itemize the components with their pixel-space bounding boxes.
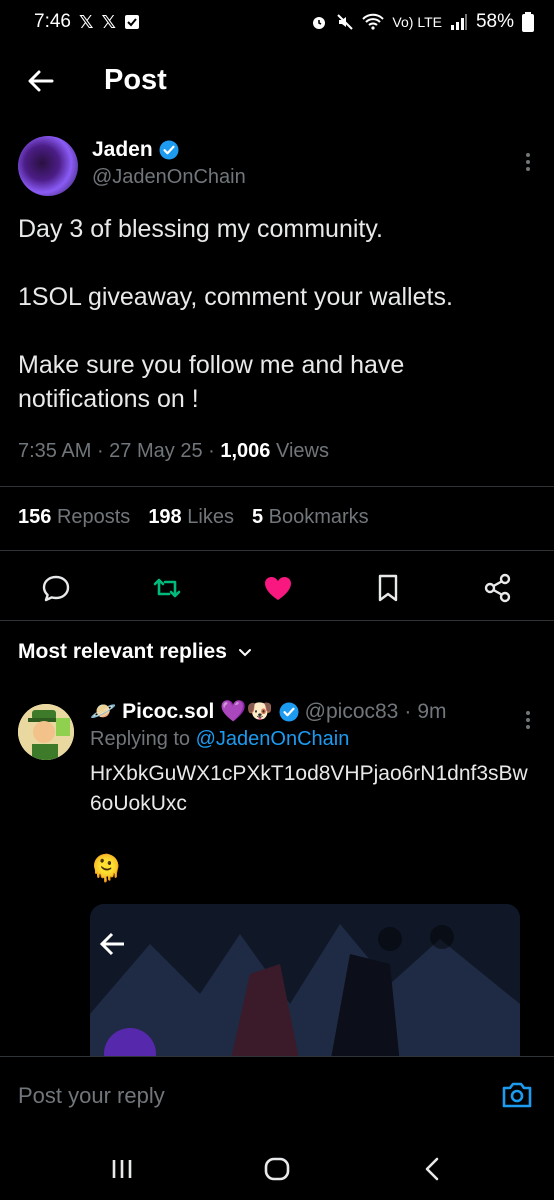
reply-emoji: 🫠 — [90, 853, 123, 883]
mention-link[interactable]: @JadenOnChain — [196, 728, 350, 750]
replies-sort-dropdown[interactable]: Most relevant replies — [18, 640, 253, 664]
planet-emoji: 🪐 — [90, 700, 117, 723]
post-paragraph: 1SOL giveaway, comment your wallets. — [18, 283, 453, 311]
replies-sort-label: Most relevant replies — [18, 640, 227, 663]
views-label[interactable]: Views — [276, 440, 329, 462]
post-text: Day 3 of blessing my community. 1SOL giv… — [18, 212, 538, 450]
avatar-illustration — [18, 704, 74, 760]
share-icon[interactable] — [478, 568, 518, 608]
reply-composer: Post your reply — [0, 1056, 554, 1137]
alarm-icon — [313, 17, 326, 29]
like-heart-icon[interactable] — [258, 568, 298, 608]
verified-badge-icon — [279, 702, 299, 722]
network-label: Vo) LTE — [392, 14, 442, 30]
post-date: 27 May 25 — [109, 440, 203, 462]
x-logo-icon: 𝕏 — [101, 11, 117, 32]
reply-author-handle[interactable]: @picoc83 — [305, 700, 399, 724]
app-bar: Post — [0, 52, 554, 110]
reply-input[interactable]: Post your reply — [18, 1083, 165, 1109]
recent-apps-icon[interactable] — [105, 1152, 139, 1186]
reply-text: HrXbkGuWX1cPXkT1od8VHPjao6rN1dnf3sBw6oUo… — [90, 762, 528, 815]
post-time: 7:35 AM — [18, 440, 92, 462]
divider — [0, 486, 554, 487]
reply-avatar[interactable] — [18, 704, 74, 760]
more-options-icon[interactable] — [518, 708, 538, 732]
repost-icon[interactable] — [147, 568, 187, 608]
check-notification-icon — [125, 15, 140, 29]
reply-header: 🪐 Picoc.sol 💜🐶 @picoc83 · 9m — [90, 700, 447, 724]
bookmarks-stat[interactable]: 5 Bookmarks — [252, 506, 369, 529]
author-handle[interactable]: @JadenOnChain — [92, 166, 246, 189]
x-logo-icon: 𝕏 — [78, 11, 94, 32]
author-info[interactable]: Jaden @JadenOnChain — [92, 138, 246, 189]
views-count[interactable]: 1,006 — [220, 440, 270, 462]
signal-icon — [450, 14, 467, 30]
status-bar: 7:46 𝕏 𝕏 Vo) LTE 58% — [0, 0, 554, 44]
reply-age: 9m — [417, 700, 447, 723]
action-bar — [0, 568, 554, 608]
likes-stat[interactable]: 198 Likes — [148, 506, 234, 529]
post-paragraph: Day 3 of blessing my community. — [18, 215, 383, 243]
verified-badge-icon — [159, 140, 179, 160]
back-arrow-icon[interactable] — [24, 64, 58, 98]
reply-icon[interactable] — [36, 568, 76, 608]
reply-media-image[interactable] — [90, 904, 520, 1064]
page-title: Post — [104, 64, 167, 96]
battery-percent: 58% — [475, 11, 514, 32]
replying-to: Replying to @JadenOnChain — [90, 728, 350, 750]
divider — [0, 550, 554, 551]
reposts-stat[interactable]: 156 Reposts — [18, 506, 130, 529]
battery-icon — [522, 12, 534, 32]
post-stats: 156 Reposts 198 Likes 5 Bookmarks — [18, 506, 369, 529]
reply-author-name[interactable]: Picoc.sol — [122, 700, 214, 724]
author-name[interactable]: Jaden — [92, 138, 153, 162]
mute-icon — [337, 14, 354, 30]
chevron-down-icon — [238, 649, 251, 657]
name-emojis: 💜🐶 — [220, 700, 273, 723]
camera-icon[interactable] — [500, 1079, 534, 1111]
more-options-icon[interactable] — [518, 150, 538, 174]
divider — [0, 620, 554, 621]
system-nav-bar — [0, 1136, 554, 1200]
post-paragraph: Make sure you follow me and have notific… — [18, 351, 405, 413]
back-icon[interactable] — [416, 1152, 450, 1186]
post-meta: 7:35 AM · 27 May 25 · 1,006 Views — [18, 440, 329, 462]
status-time: 7:46 — [34, 11, 71, 32]
wifi-icon — [362, 13, 385, 30]
avatar[interactable] — [18, 136, 78, 196]
anime-artwork-image — [90, 904, 520, 1064]
bookmark-icon[interactable] — [368, 568, 408, 608]
home-icon[interactable] — [260, 1152, 294, 1186]
